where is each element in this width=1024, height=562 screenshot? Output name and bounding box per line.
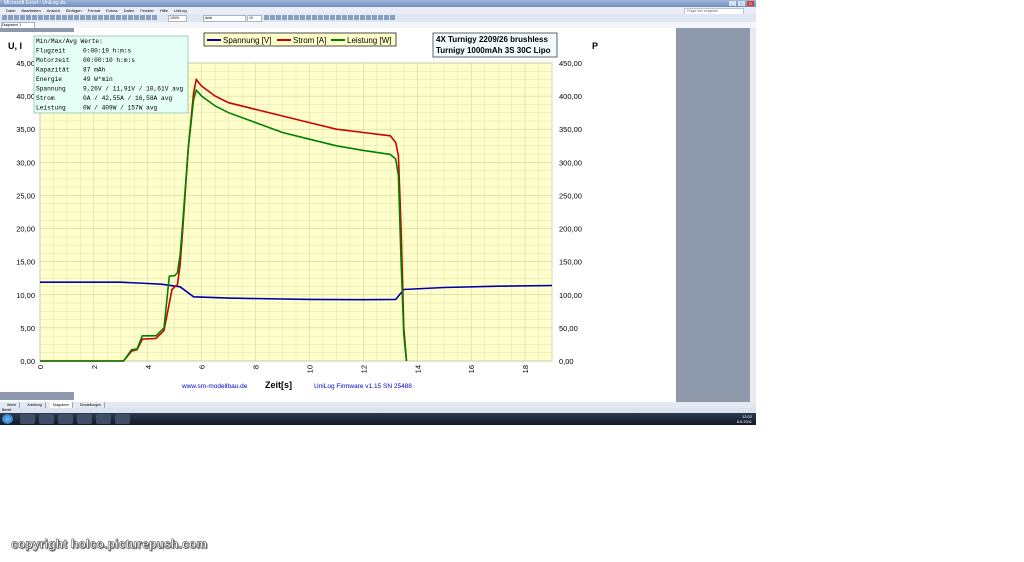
y-right-tick-label: 0,00 (559, 357, 574, 366)
y-left-tick-label: 30,00 (16, 158, 35, 167)
copyright-watermark: copyright holco.picturepush.com (11, 537, 208, 551)
stats-value: 49 W*min (83, 76, 113, 83)
format-toolbar-icons[interactable] (264, 15, 395, 21)
y-right-tick-label: 100,00 (559, 291, 582, 300)
x-axis-label: Zeit[s] (265, 380, 292, 390)
stats-label: Energie (36, 76, 62, 83)
taskbar-app[interactable] (20, 414, 35, 424)
stats-label: Spannung (36, 86, 66, 93)
x-tick-label: 18 (521, 365, 530, 373)
stats-value: 00:00:10 h:m:s (83, 57, 135, 64)
menu-fenster[interactable]: Fenster (140, 7, 154, 14)
y-left-tick-label: 5,00 (20, 324, 35, 333)
stats-label: Leistung (36, 105, 66, 112)
menu-einfuegen[interactable]: Einfügen (66, 7, 82, 14)
y-left-tick-label: 15,00 (16, 258, 35, 267)
taskbar-app[interactable] (96, 414, 111, 424)
x-tick-label: 8 (252, 365, 261, 369)
stats-value: 0W / 409W / 157W avg (83, 105, 158, 112)
sheet-gray-area (676, 28, 754, 402)
menu-hilfe[interactable]: Hilfe (160, 7, 168, 14)
stats-label: Flugzeit (36, 48, 66, 55)
standard-toolbar-icons[interactable] (2, 15, 157, 21)
maximize-button[interactable]: □ (738, 1, 745, 6)
y-left-axis-label: U, I (8, 41, 22, 51)
y-right-tick-labels: 0,00 50,00 100,00 150,00 200,00 250,00 300,00 3… (559, 59, 582, 366)
y-left-tick-label: 0,00 (20, 357, 35, 366)
y-right-tick-label: 350,00 (559, 125, 582, 134)
row-header (0, 392, 74, 400)
menu-bearbeiten[interactable]: Bearbeiten (21, 7, 40, 14)
y-left-tick-label: 35,00 (16, 125, 35, 134)
zoom-select[interactable]: 100% (168, 15, 187, 22)
taskbar-app[interactable] (115, 414, 130, 424)
x-tick-label: 2 (90, 365, 99, 369)
taskbar-apps (20, 414, 130, 424)
taskbar-app[interactable] (39, 414, 54, 424)
font-select[interactable]: Arial (203, 15, 246, 22)
chart-title-line-1: 4X Turnigy 2209/26 brushless (436, 35, 548, 44)
y-right-axis-label: P (592, 41, 598, 51)
x-tick-label: 0 (36, 365, 45, 369)
stats-box: Min/Max/Avg Werte: Flugzeit 0:00:19 h:m:… (33, 35, 189, 114)
window-titlebar: Microsoft Excel - UniLog.xls _ □ X (0, 0, 756, 7)
y-left-tick-label: 25,00 (16, 191, 35, 200)
vertical-scrollbar[interactable] (750, 28, 756, 402)
system-clock[interactable]: 12:02 8.5.2011 (737, 414, 752, 424)
x-tick-label: 12 (359, 365, 368, 373)
clock-date: 8.5.2011 (736, 419, 752, 424)
stats-value: 87 mAh (83, 67, 106, 74)
stats-label: Kapazität (36, 67, 70, 74)
y-left-tick-label: 40,00 (16, 92, 35, 101)
footer-website: www.sm-modellbau.de (181, 383, 248, 390)
legend: Spannung [V] Strom [A] Leistung [W] (203, 32, 397, 47)
stats-value: 0A / 42,55A / 16,58A avg (83, 95, 172, 102)
x-tick-label: 4 (144, 365, 153, 369)
menu-daten[interactable]: Daten (124, 7, 135, 14)
y-right-tick-label: 200,00 (559, 225, 582, 234)
stats-value: 0:00:19 h:m:s (83, 48, 132, 55)
y-right-tick-label: 50,00 (559, 324, 578, 333)
x-tick-label: 16 (467, 365, 476, 373)
menu-bar: Datei Bearbeiten Ansicht Einfügen Format… (0, 7, 756, 15)
toolbar: 100% Arial 10 (0, 14, 756, 22)
x-tick-label: 10 (305, 365, 314, 373)
menu-unilog[interactable]: UniLog (174, 7, 187, 14)
y-right-tick-label: 150,00 (559, 258, 582, 267)
stats-label: Motorzeit (36, 57, 70, 64)
legend-label-strom: Strom [A] (293, 36, 326, 45)
chart-title-box: 4X Turnigy 2209/26 brushless Turnigy 100… (432, 32, 558, 58)
window-title: Microsoft Excel - UniLog.xls (4, 0, 66, 6)
close-button[interactable]: X (747, 1, 754, 6)
chart-title-line-2: Turnigy 1000mAh 3S 30C Lipo (436, 46, 551, 55)
x-tick-label: 14 (413, 365, 422, 373)
x-tick-labels: 0 2 4 6 8 10 12 14 16 18 (36, 365, 530, 373)
y-left-tick-label: 20,00 (16, 225, 35, 234)
stats-value: 9,26V / 11,91V / 10,61V avg (83, 86, 184, 93)
chart[interactable]: 0 2 4 6 8 10 12 14 16 18 0,00 5,00 10,00 15,00 20,00 2… (0, 28, 676, 402)
menu-ansicht[interactable]: Ansicht (47, 7, 60, 14)
minimize-button[interactable]: _ (729, 1, 736, 6)
legend-label-leistung: Leistung [W] (347, 36, 391, 45)
y-right-tick-label: 450,00 (559, 59, 582, 68)
y-left-tick-label: 10,00 (16, 291, 35, 300)
stats-label: Strom (36, 95, 55, 102)
taskbar-app[interactable] (58, 414, 73, 424)
y-right-tick-label: 400,00 (559, 92, 582, 101)
y-right-tick-label: 250,00 (559, 191, 582, 200)
menu-format[interactable]: Format (88, 7, 101, 14)
taskbar-app[interactable] (77, 414, 92, 424)
stats-header: Min/Max/Avg Werte: (36, 38, 103, 45)
y-left-tick-label: 45,00 (16, 59, 35, 68)
taskbar: 12:02 8.5.2011 (0, 413, 756, 425)
start-button[interactable] (2, 414, 13, 424)
footer-firmware: UniLog Firmware v1.15 SN 25488 (314, 383, 412, 390)
y-left-tick-labels: 0,00 5,00 10,00 15,00 20,00 25,00 30,00 35,00 40… (16, 59, 35, 366)
legend-label-spannung: Spannung [V] (223, 36, 271, 45)
font-size-select[interactable]: 10 (247, 15, 262, 22)
menu-extras[interactable]: Extras (106, 7, 117, 14)
y-right-tick-label: 300,00 (559, 158, 582, 167)
menu-datei[interactable]: Datei (6, 7, 15, 14)
x-tick-label: 6 (198, 365, 207, 369)
